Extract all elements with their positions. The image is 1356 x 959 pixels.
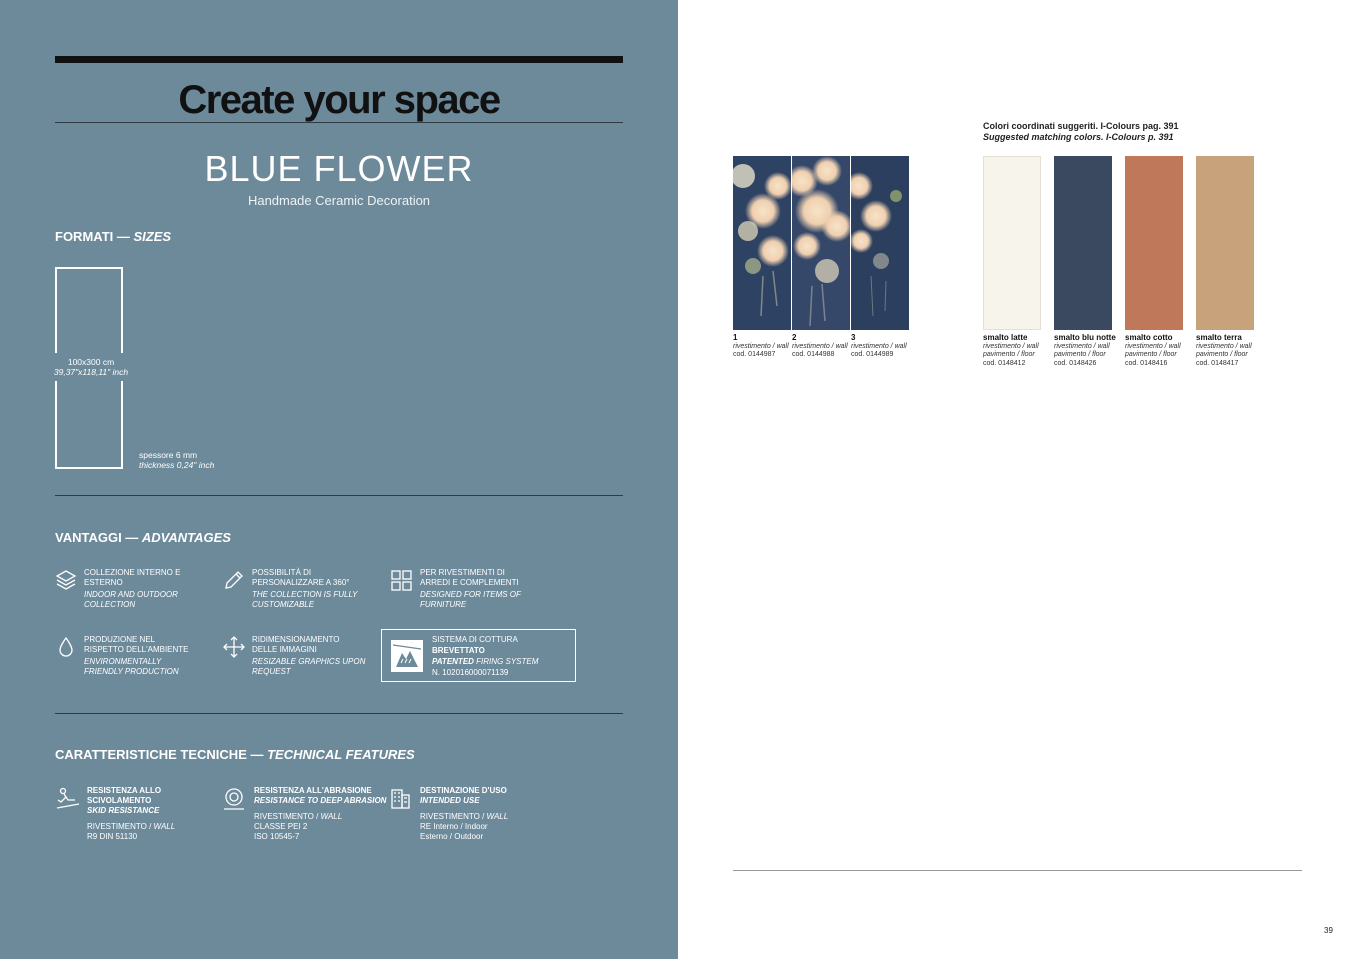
tile-size-label: 100x300 cm 39,37"x118,11" inch [49,353,133,381]
layers-icon [54,568,80,594]
sizes-heading: FORMATI — SIZES [55,229,172,244]
swatch-caption-latte: smalto latte rivestimento / wall pavimen… [983,333,1039,367]
collection-tagline: Handmade Ceramic Decoration [247,193,431,208]
tile-size-diagram: 100x300 cm 39,37"x118,11" inch [49,267,133,469]
right-page: Colori coordinati suggeriti. I-Colours p… [678,0,1356,959]
building-icon [388,786,414,812]
advantage-eco: PRODUZIONE NEL RISPETTO DELL'AMBIENTE EN… [54,635,219,677]
swatch-latte [983,156,1041,330]
feature-intended-use: DESTINAZIONE D'USO INTENDED USE RIVESTIM… [388,786,553,842]
decor-panel-3 [851,156,909,330]
swatch-blu-notte [1054,156,1112,330]
collection-name: BLUE FLOWER [204,148,474,189]
swatch-caption-terra: smalto terra rivestimento / wall pavimen… [1196,333,1252,367]
matching-colors-heading: Colori coordinati suggeriti. I-Colours p… [983,121,1179,131]
footer-rule [733,870,1302,871]
panel-caption-3: 3 rivestimento / wall cod. 0144989 [851,333,907,358]
pencil-icon [222,568,248,594]
drop-icon [54,635,80,661]
advantage-resizable: RIDIMENSIONAMENTO DELLE IMMAGINI RESIZAB… [222,635,387,677]
thickness-inch: thickness 0,24" inch [139,460,215,470]
swatch-caption-blu-notte: smalto blu notte rivestimento / wall pav… [1054,333,1116,367]
advantages-heading: VANTAGGI — ADVANTAGES [55,530,231,545]
grid-icon [390,568,416,594]
decor-panel-1 [733,156,791,330]
feature-skid-resistance: RESISTENZA ALLO SCIVOLAMENTO SKID RESIST… [55,786,220,842]
advantage-customizable: POSSIBILITÀ DI PERSONALIZZARE A 360° THE… [222,568,387,610]
page-number: 39 [1324,926,1333,935]
decor-panel-2 [792,156,850,330]
tile-size-cm: 100x300 cm [67,357,115,367]
swatch-cotto [1125,156,1183,330]
abrasion-icon [222,786,248,812]
sizes-divider [55,495,623,496]
title-bottom-rule [55,122,623,123]
thickness-label: spessore 6 mm thickness 0,24" inch [139,450,214,470]
left-page: Create your space BLUE FLOWER Handmade C… [0,0,678,959]
kiln-icon [390,639,424,673]
title-top-rule [55,56,623,63]
tile-size-inch: 39,37"x118,11" inch [53,367,129,377]
features-heading: CARATTERISTICHE TECNICHE — TECHNICAL FEA… [55,747,415,762]
patent-badge: SISTEMA DI COTTURA BREVETTATO PATENTED F… [381,629,576,682]
move-arrows-icon [222,635,248,661]
swatch-caption-cotto: smalto cotto rivestimento / wall pavimen… [1125,333,1181,367]
page-title: Create your space [178,78,501,122]
matching-colors-heading-en: Suggested matching colors. I-Colours p. … [983,132,1174,142]
advantages-divider [55,713,623,714]
advantage-indoor-outdoor: COLLEZIONE INTERNO E ESTERNO INDOOR AND … [54,568,219,610]
advantage-furniture: PER RIVESTIMENTI DI ARREDI E COMPLEMENTI… [390,568,555,610]
thickness-mm: spessore 6 mm [139,450,198,460]
swatch-terra [1196,156,1254,330]
feature-abrasion-resistance: RESISTENZA ALL'ABRASIONE RESISTANCE TO D… [222,786,387,842]
slip-icon [55,786,81,812]
